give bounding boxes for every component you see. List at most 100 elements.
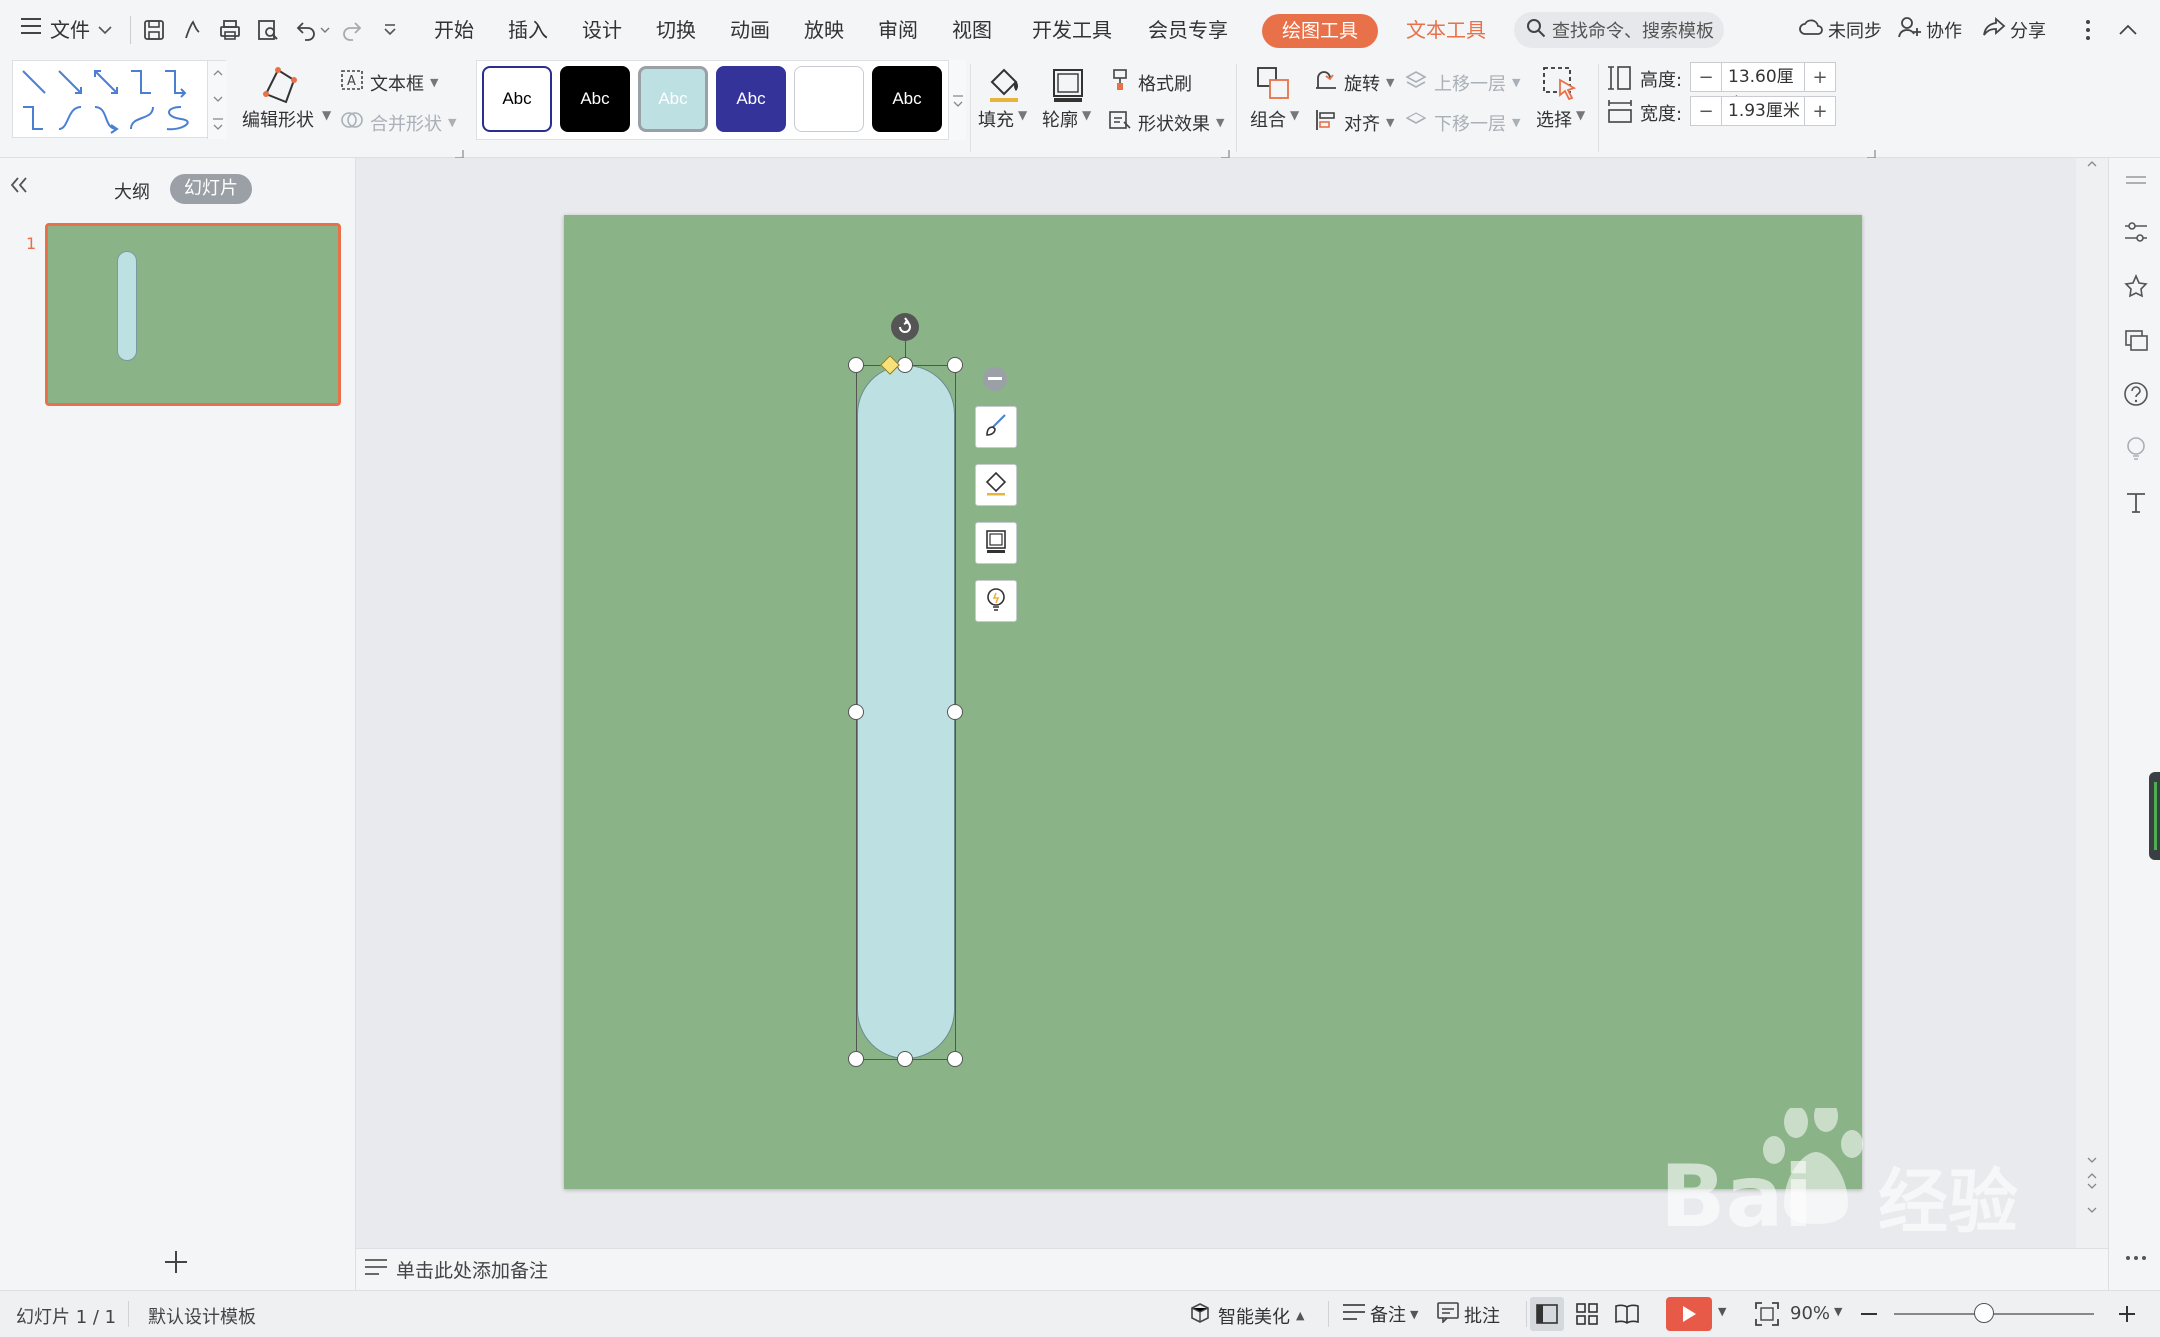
quick-style-button[interactable] [975,406,1017,448]
resize-handle-top-left[interactable] [848,357,864,373]
zoom-slider-track[interactable] [1894,1313,2094,1315]
dialog-launcher-icon[interactable] [1220,142,1230,159]
file-menu[interactable]: 文件 [20,14,112,43]
style-gallery-scroll[interactable] [948,60,966,140]
outline-icon[interactable] [1048,64,1088,104]
smart-beautify-button[interactable]: 智能美化 ▲ [1188,1301,1304,1330]
resize-handle-left[interactable] [848,704,864,720]
lightbulb-icon[interactable] [2122,434,2150,462]
zoom-dropdown-icon[interactable]: ▼ [1834,1305,1842,1318]
height-stepper[interactable]: − 13.60厘米 + [1690,62,1836,115]
tab-design[interactable]: 设计 [582,14,622,43]
pin-star-icon[interactable] [2122,272,2150,300]
gallery-scroll[interactable] [207,61,227,139]
customize-quick-access-icon[interactable] [376,16,404,44]
tab-text-tools[interactable]: 文本工具 [1406,14,1486,43]
dialog-launcher-icon[interactable] [1866,142,1876,159]
slide-thumbnail-1[interactable] [45,223,341,406]
fit-window-icon[interactable] [1754,1301,1780,1327]
text-format-icon[interactable] [2122,488,2150,516]
help-icon[interactable] [2122,380,2150,408]
redo-icon[interactable] [338,16,366,44]
collab-button[interactable]: 协作 [1898,16,1962,43]
resize-handle-right[interactable] [947,704,963,720]
zoom-out-icon[interactable] [1858,1303,1880,1325]
zoom-in-icon[interactable] [2116,1303,2138,1325]
select-icon[interactable] [1540,64,1580,104]
print-preview-icon[interactable] [254,16,282,44]
slide-sorter-view-icon[interactable] [1570,1297,1604,1331]
notes-bar[interactable]: 单击此处添加备注 [356,1248,2108,1290]
bring-forward-button[interactable]: 上移一层 ▼ [1404,68,1520,97]
height-increase-button[interactable]: + [1805,67,1835,88]
collapse-ribbon-icon[interactable] [2114,16,2142,44]
save-icon[interactable] [140,16,168,44]
width-value[interactable]: 1.93厘米 [1721,97,1805,125]
play-slideshow-button[interactable] [1666,1297,1712,1331]
quick-idea-button[interactable] [975,580,1017,622]
send-backward-button[interactable]: 下移一层 ▼ [1404,108,1520,137]
width-decrease-button[interactable]: − [1691,101,1721,122]
tab-home[interactable]: 开始 [434,14,474,43]
shape-style-black[interactable]: Abc [560,66,630,132]
tab-animations[interactable]: 动画 [730,14,770,43]
notes-placeholder[interactable]: 单击此处添加备注 [396,1256,548,1283]
select-label[interactable]: 选择 [1536,106,1572,132]
width-increase-button[interactable]: + [1805,101,1835,122]
add-slide-icon[interactable] [162,1248,190,1276]
zoom-level[interactable]: 90% [1790,1303,1830,1324]
print-icon[interactable] [216,16,244,44]
share-button[interactable]: 分享 [1982,16,2046,43]
select-dropdown-icon[interactable]: ▼ [1576,108,1585,122]
tab-developer[interactable]: 开发工具 [1032,14,1112,43]
height-decrease-button[interactable]: − [1691,67,1721,88]
tab-transitions[interactable]: 切换 [656,14,696,43]
tab-member[interactable]: 会员专享 [1148,14,1228,43]
tab-slides[interactable]: 幻灯片 [170,174,252,204]
shape-gallery[interactable] [12,60,227,139]
text-box-button[interactable]: A 文本框 ▼ [340,68,438,97]
side-handle[interactable] [2149,772,2160,860]
shape-style-white[interactable] [794,66,864,132]
properties-icon[interactable] [2122,218,2150,246]
slide-canvas[interactable] [564,215,1862,1189]
zoom-slider-thumb[interactable] [1974,1303,1994,1323]
quick-fill-button[interactable] [975,464,1017,506]
search-box[interactable]: 查找命令、搜索模板 [1514,12,1724,48]
width-stepper[interactable]: − 1.93厘米 + [1690,96,1836,126]
edit-shape-label[interactable]: 编辑形状 [242,106,314,132]
more-menu-icon[interactable] [2074,16,2102,44]
undo-dropdown-icon[interactable] [318,16,332,44]
play-dropdown-icon[interactable]: ▼ [1718,1305,1726,1318]
shape-effect-button[interactable]: 形状效果 ▼ [1108,108,1224,137]
pane-menu-icon[interactable] [2122,166,2150,194]
format-painter-button[interactable]: 格式刷 [1108,68,1192,97]
outline-label[interactable]: 轮廓 [1042,106,1078,132]
collapse-toolbar-icon[interactable] [983,367,1007,391]
tab-slideshow[interactable]: 放映 [804,14,844,43]
align-button[interactable]: 对齐 ▼ [1314,108,1394,137]
rotate-handle-icon[interactable] [891,313,919,341]
group-icon[interactable] [1254,64,1294,104]
shape-style-black-2[interactable]: Abc [872,66,942,132]
edit-shape-icon[interactable] [258,64,306,108]
fill-dropdown-icon[interactable]: ▼ [1018,108,1027,122]
template-name[interactable]: 默认设计模板 [148,1303,256,1329]
slide-layout-icon[interactable] [2122,326,2150,354]
tab-view[interactable]: 视图 [952,14,992,43]
group-dropdown-icon[interactable]: ▼ [1290,108,1299,122]
rotate-button[interactable]: 旋转 ▼ [1314,68,1394,97]
sync-button[interactable]: 未同步 [1798,16,1882,43]
outline-dropdown-icon[interactable]: ▼ [1082,108,1091,122]
quick-outline-button[interactable] [975,522,1017,564]
merge-shape-button[interactable]: 合并形状 ▼ [340,108,456,137]
more-options-icon[interactable] [2122,1244,2150,1272]
shape-style-light-blue-selected[interactable]: Abc [638,66,708,132]
tab-insert[interactable]: 插入 [508,14,548,43]
shape-style-indigo[interactable]: Abc [716,66,786,132]
resize-handle-bottom-right[interactable] [947,1051,963,1067]
tab-review[interactable]: 审阅 [878,14,918,43]
notes-toggle-button[interactable]: 备注 ▼ [1342,1301,1418,1327]
comments-button[interactable]: 批注 [1436,1301,1500,1328]
group-label[interactable]: 组合 [1250,106,1286,132]
